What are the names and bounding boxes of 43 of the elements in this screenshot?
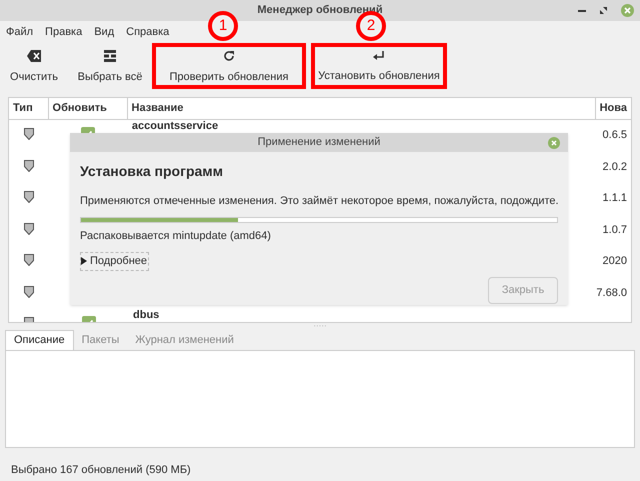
version-text: 0.6.5 <box>602 129 627 141</box>
details-expander[interactable]: Подробнее <box>80 252 150 270</box>
shield-icon <box>24 191 34 203</box>
package-name: dbus <box>133 309 160 321</box>
backspace-icon <box>27 50 41 62</box>
return-arrow-icon <box>373 51 385 62</box>
dialog-title: Применение изменений <box>256 135 382 150</box>
version-text: 7.68.0 <box>596 286 627 298</box>
shield-icon <box>24 160 34 172</box>
column-header[interactable]: Нова <box>596 98 631 119</box>
maximize-icon[interactable] <box>600 7 607 14</box>
refresh-icon <box>223 50 235 62</box>
version-text: 1.1.1 <box>602 192 627 204</box>
toolbar-button[interactable]: Установить обновления <box>318 50 440 86</box>
close-icon[interactable] <box>548 136 560 148</box>
toolbar-button[interactable]: Очистить <box>4 50 64 86</box>
column-header[interactable]: Название <box>128 98 596 119</box>
version-text: 2020 <box>602 255 627 267</box>
version-text: 2.0.2 <box>602 160 627 172</box>
menu-item[interactable]: Справка <box>126 24 170 40</box>
shield-icon <box>24 254 34 266</box>
menu-item[interactable]: Правка <box>45 24 82 40</box>
menu-item[interactable]: Вид <box>94 24 114 40</box>
shield-icon <box>24 286 34 298</box>
version-text: 1.0.7 <box>602 224 627 236</box>
toolbar-button[interactable]: Выбрать всё <box>70 50 150 86</box>
dialog-message: Применяются отмеченные изменения. Это займёт некоторое время, пожалуйста, подождите. <box>80 194 559 209</box>
status-text: Выбрано 167 обновлений (590 МБ) <box>11 463 192 478</box>
dialog-heading: Установка программ <box>80 162 224 181</box>
shield-icon <box>24 222 34 234</box>
caret-icon <box>81 257 87 266</box>
column-header[interactable]: Обновить <box>48 98 128 119</box>
minimize-icon[interactable] <box>578 10 586 12</box>
column-header[interactable]: Тип <box>9 98 49 119</box>
number-marker: 1 <box>208 11 238 41</box>
menu-item[interactable]: Файл <box>6 24 34 40</box>
progress-status: Распаковывается mintupdate (amd64) <box>80 228 272 244</box>
package-name: accountsservice <box>132 120 218 132</box>
close-icon[interactable] <box>621 4 634 17</box>
tab[interactable]: Описание <box>5 330 74 350</box>
toolbar-button[interactable]: Проверить обновления <box>160 50 298 86</box>
shield-icon <box>24 128 34 140</box>
grid-icon <box>104 50 116 62</box>
